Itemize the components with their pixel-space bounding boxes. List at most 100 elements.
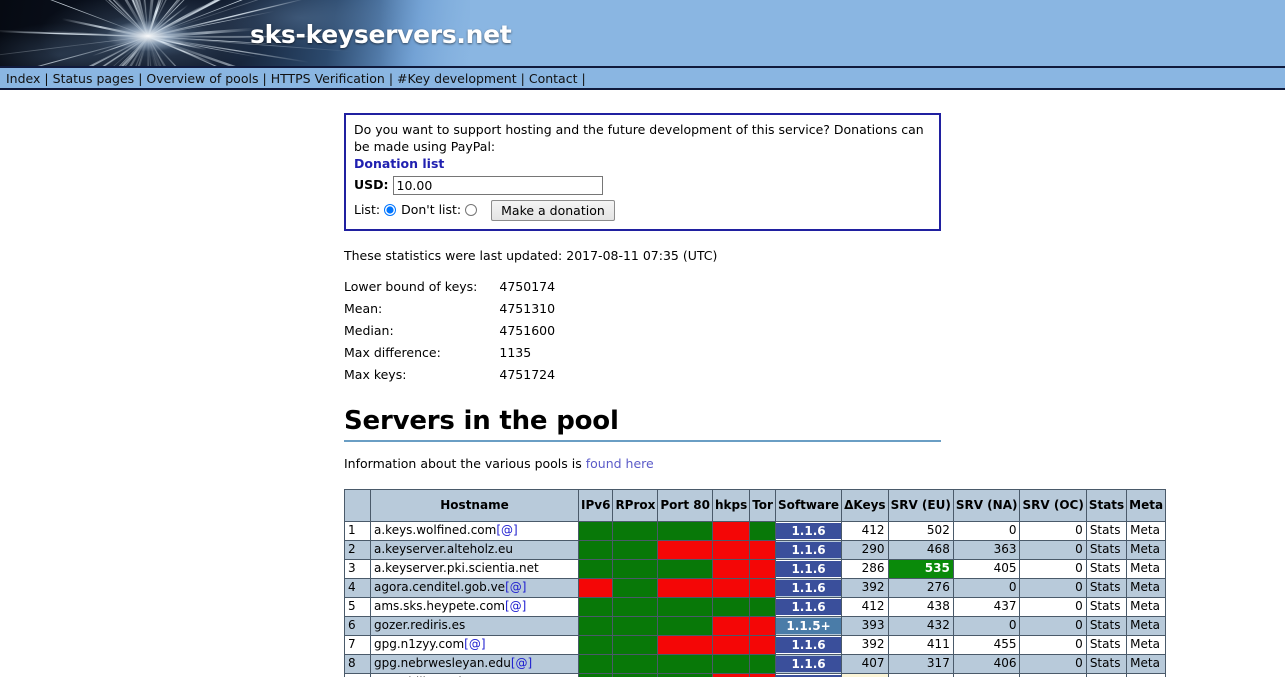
donation-amount-input[interactable] [392,175,603,195]
tor-status-cell [749,520,776,541]
srv-na-cell: 0 [952,615,1021,636]
stats-link[interactable]: Stats [1090,523,1121,537]
tor-status-cell [749,596,776,617]
hostname-contact-link[interactable]: [@] [505,580,526,594]
nav-item-index[interactable]: Index [6,71,40,86]
stats-value: 4750174 [499,278,556,294]
table-row: 4 agora.cenditel.gob.ve[@] 1.1.6 392 276 0 0 St… [344,577,1167,598]
header-hkps: hkps [711,488,751,522]
stats-link-cell[interactable]: Stats [1085,634,1128,655]
banner-ray [147,0,203,37]
stats-link[interactable]: Stats [1090,656,1121,670]
stats-link[interactable]: Stats [1090,580,1121,594]
list-radio[interactable] [384,204,397,217]
dont-list-radio[interactable] [465,204,478,217]
stats-link-cell[interactable]: Stats [1085,596,1128,617]
meta-link-cell[interactable]: Meta [1126,653,1167,674]
banner-ray [0,36,149,66]
rprox-status-cell [612,615,659,636]
main-navigation[interactable]: Index | Status pages | Overview of pools | HTT… [0,66,1285,90]
banner-ray [128,0,149,37]
stats-link[interactable]: Stats [1090,637,1121,651]
page-content: Do you want to support hosting and the f… [0,113,1285,677]
nav-item-contact[interactable]: Contact [529,71,578,86]
hostname-contact-link[interactable]: [@] [496,523,517,537]
hkps-status-cell [711,539,751,560]
nav-links-container: Index | Status pages | Overview of pools | HTT… [6,71,590,86]
row-index: 8 [344,653,371,674]
banner-ray [22,0,149,38]
banner-ray [115,36,150,66]
meta-link-cell[interactable]: Meta [1126,539,1167,560]
meta-link[interactable]: Meta [1130,637,1160,651]
banner-ray [146,36,201,66]
stats-value: 4751310 [499,300,556,316]
stats-link-cell[interactable]: Stats [1085,577,1128,598]
stats-link-cell[interactable]: Stats [1085,558,1128,579]
header-srv-eu: SRV (EU) [887,488,954,522]
stats-link-cell[interactable]: Stats [1085,615,1128,636]
nav-item-key-development[interactable]: #Key development [397,71,517,86]
hkps-status-cell [711,672,751,677]
hostname-label: gozer.rediris.es [374,618,466,633]
srv-oc-cell: 0 [1019,653,1087,674]
meta-link-cell[interactable]: Meta [1126,596,1167,617]
hostname-contact-link[interactable]: [@] [511,656,532,670]
nav-item-https-verification[interactable]: HTTPS Verification [271,71,385,86]
srv-oc-cell: 0 [1019,577,1087,598]
meta-link-cell[interactable]: Meta [1126,577,1167,598]
stats-link[interactable]: Stats [1090,542,1121,556]
stats-link-cell[interactable]: Stats [1085,672,1128,677]
donation-list-link[interactable]: Donation list [354,156,931,173]
rprox-status-cell [612,539,659,560]
row-index: 2 [344,539,371,560]
banner-ray [147,36,193,66]
stats-key: Max difference: [344,344,441,360]
stats-link-cell[interactable]: Stats [1085,539,1128,560]
header-srv-na: SRV (NA) [952,488,1021,522]
port80-status-cell [657,672,713,677]
software-version-badge: 1.1.6 [776,579,841,596]
meta-link[interactable]: Meta [1130,618,1160,632]
meta-link[interactable]: Meta [1130,523,1160,537]
meta-link[interactable]: Meta [1130,599,1160,613]
hostname-cell: gpg.phillymesh.net [370,672,579,677]
pool-info-link[interactable]: found here [586,456,654,471]
hostname-cell: agora.cenditel.gob.ve[@] [370,577,579,598]
srv-oc-cell: 0 [1019,520,1087,541]
srv-oc-cell: 0 [1019,539,1087,560]
stats-link-cell[interactable]: Stats [1085,520,1128,541]
meta-link[interactable]: Meta [1130,561,1160,575]
nav-item-overview-of-pools[interactable]: Overview of pools [146,71,258,86]
nav-item-status-pages[interactable]: Status pages [53,71,135,86]
software-version-badge: 1.1.6 [776,636,841,653]
hostname-contact-link[interactable]: [@] [505,599,526,613]
meta-link[interactable]: Meta [1130,542,1160,556]
meta-link-cell[interactable]: Meta [1126,558,1167,579]
hostname-contact-link[interactable]: [@] [464,637,485,651]
meta-link[interactable]: Meta [1130,656,1160,670]
banner-ray [147,36,162,66]
banner-ray [146,0,164,38]
delta-keys-cell: 392 [841,577,889,598]
key-statistics-table: Lower bound of keys: 4750174 Mean: 4751310 M… [344,279,555,389]
meta-link[interactable]: Meta [1130,580,1160,594]
meta-link-cell[interactable]: Meta [1126,615,1167,636]
banner-ray [147,36,201,50]
meta-link-cell[interactable]: Meta [1126,634,1167,655]
stats-row: Mean: 4751310 [344,301,555,323]
stats-link[interactable]: Stats [1090,561,1121,575]
header-tor: Tor [749,488,776,522]
ipv6-status-cell [577,577,614,598]
meta-link-cell[interactable]: Meta [1126,520,1167,541]
currency-label: USD: [354,177,389,193]
stats-link-cell[interactable]: Stats [1085,653,1128,674]
banner-ray [86,36,149,66]
banner-ray [0,35,149,66]
meta-link-cell[interactable]: Meta [1126,672,1167,677]
hostname-label: agora.cenditel.gob.ve [374,580,506,595]
ipv6-status-cell [577,539,614,560]
stats-link[interactable]: Stats [1090,618,1121,632]
make-a-donation-button[interactable]: Make a donation [491,199,615,221]
stats-link[interactable]: Stats [1090,599,1121,613]
